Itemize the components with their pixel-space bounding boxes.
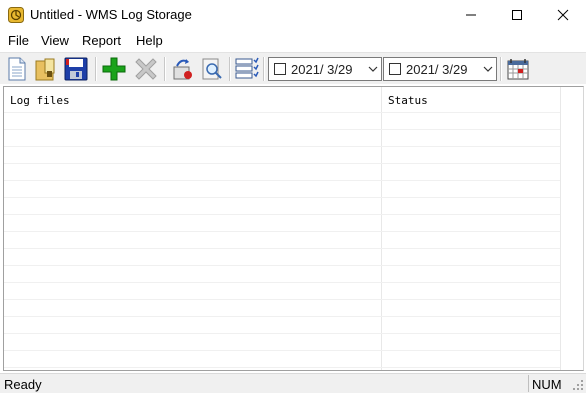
grid-line: [4, 112, 560, 113]
date-from-picker[interactable]: 2021/ 3/29: [268, 57, 382, 81]
list-view-button[interactable]: [233, 55, 261, 83]
close-button[interactable]: [540, 0, 586, 30]
window-title: Untitled - WMS Log Storage: [30, 7, 192, 22]
menu-file[interactable]: File: [8, 33, 29, 48]
grid-line: [4, 350, 560, 351]
restore-button[interactable]: [169, 55, 197, 83]
column-header-status[interactable]: Status: [382, 87, 560, 112]
wms-log-icon: [8, 7, 24, 23]
log-file-list[interactable]: Log files Status: [3, 86, 584, 371]
grid-line: [4, 316, 560, 317]
toolbar-separator: [263, 57, 265, 81]
open-button[interactable]: [31, 55, 59, 83]
new-document-icon: [8, 57, 26, 81]
grid-line: [4, 180, 560, 181]
add-button[interactable]: [100, 55, 128, 83]
column-header-log-files[interactable]: Log files: [4, 87, 381, 112]
num-lock-indicator: NUM: [528, 375, 566, 392]
delete-x-icon: [135, 58, 157, 80]
title-bar: Untitled - WMS Log Storage: [0, 0, 586, 30]
grid-line: [4, 265, 560, 266]
status-text: Ready: [4, 377, 42, 392]
grid-line: [4, 282, 560, 283]
add-plus-icon: [102, 57, 126, 81]
resize-grip-icon[interactable]: [572, 379, 584, 391]
chevron-down-icon: [483, 66, 493, 72]
toolbar-separator: [95, 57, 97, 81]
date-to-checkbox[interactable]: [389, 63, 401, 75]
chevron-down-icon: [368, 66, 378, 72]
new-button[interactable]: [3, 55, 31, 83]
toolbar-separator: [164, 57, 166, 81]
maximize-button[interactable]: [494, 0, 540, 30]
grid-line: [4, 129, 560, 130]
save-disk-icon: [64, 57, 88, 81]
open-folder-icon: [35, 58, 55, 81]
menu-bar: File View Report Help: [0, 30, 586, 51]
toolbar-separator: [229, 57, 231, 81]
save-button[interactable]: [62, 55, 90, 83]
grid-line: [4, 163, 560, 164]
menu-view[interactable]: View: [41, 33, 69, 48]
date-from-checkbox[interactable]: [274, 63, 286, 75]
close-icon: [557, 9, 569, 21]
status-bar: Ready NUM: [0, 373, 586, 393]
menu-help[interactable]: Help: [136, 33, 163, 48]
grid-line: [4, 367, 560, 368]
minimize-button[interactable]: [448, 0, 494, 30]
delete-button[interactable]: [132, 55, 160, 83]
date-to-value: 2021/ 3/29: [406, 62, 468, 77]
toolbar-separator: [500, 57, 502, 81]
calendar-icon: [507, 59, 529, 80]
grid-line: [4, 146, 560, 147]
grid-line: [4, 231, 560, 232]
grid-line: [4, 299, 560, 300]
menu-report[interactable]: Report: [82, 33, 121, 48]
date-from-value: 2021/ 3/29: [291, 62, 353, 77]
grid-line: [4, 248, 560, 249]
find-magnifier-icon: [202, 58, 222, 80]
column-divider[interactable]: [560, 87, 561, 370]
minimize-icon: [466, 14, 476, 16]
maximize-icon: [512, 10, 522, 20]
list-view-icon: [235, 57, 259, 79]
find-button[interactable]: [198, 55, 226, 83]
date-to-picker[interactable]: 2021/ 3/29: [383, 57, 497, 81]
grid-line: [4, 214, 560, 215]
toolbar: 2021/ 3/29 2021/ 3/29: [0, 52, 586, 84]
grid-line: [4, 197, 560, 198]
grid-line: [4, 333, 560, 334]
restore-archive-icon: [173, 59, 192, 80]
calendar-button[interactable]: [504, 55, 532, 83]
